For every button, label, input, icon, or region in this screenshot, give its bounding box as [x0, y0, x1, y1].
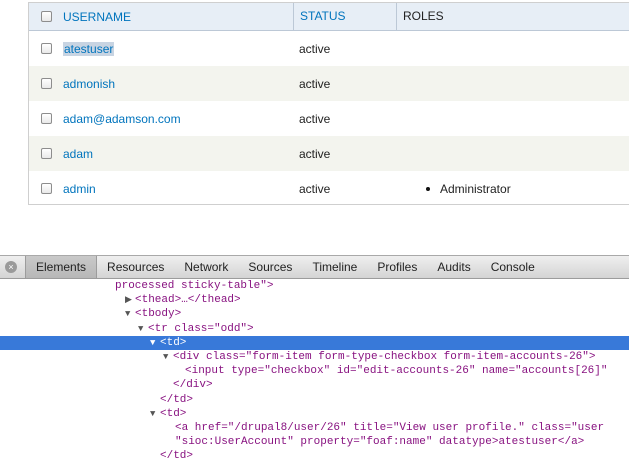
dom-node[interactable]: </td> — [0, 449, 629, 463]
table-row: adam active — [29, 136, 629, 171]
table-row: admonish active — [29, 66, 629, 101]
dom-node[interactable]: ▼ <td> — [0, 407, 629, 421]
username-link[interactable]: admin — [63, 182, 96, 196]
dom-tree: processed sticky-table"> ▶ <thead>…</thea… — [0, 279, 629, 463]
row-checkbox[interactable] — [40, 113, 52, 124]
bullet-icon — [426, 187, 430, 192]
dom-node[interactable]: ▶ <thead>…</thead> — [0, 293, 629, 307]
table-row: atestuser active — [29, 31, 629, 66]
username-link[interactable]: adam — [63, 147, 93, 161]
roles-cell: Administrator — [396, 182, 629, 196]
tab-sources[interactable]: Sources — [238, 256, 302, 278]
status-cell: active — [299, 76, 331, 91]
collapse-arrow-icon[interactable]: ▼ — [138, 322, 148, 336]
row-checkbox[interactable] — [40, 183, 52, 194]
username-link[interactable]: atestuser — [63, 41, 115, 56]
status-header[interactable]: STATUS — [293, 3, 396, 30]
row-checkbox[interactable] — [40, 148, 52, 159]
status-cell: active — [299, 41, 331, 56]
tab-timeline[interactable]: Timeline — [302, 256, 367, 278]
table-header: USERNAME STATUS ROLES — [29, 3, 629, 31]
tab-elements[interactable]: Elements — [25, 256, 98, 278]
collapse-arrow-icon[interactable]: ▼ — [150, 407, 160, 421]
dom-node[interactable]: <a href="/drupal8/user/26" title="View u… — [0, 421, 629, 435]
dom-node[interactable]: </div> — [0, 378, 629, 392]
row-checkbox[interactable] — [40, 43, 52, 54]
status-cell: active — [299, 111, 331, 126]
role-label: Administrator — [440, 181, 511, 196]
roles-header: ROLES — [396, 3, 629, 30]
status-cell: active — [299, 146, 331, 161]
tab-profiles[interactable]: Profiles — [367, 256, 427, 278]
select-all-checkbox[interactable] — [40, 11, 52, 22]
username-header[interactable]: USERNAME — [63, 10, 293, 24]
tab-audits[interactable]: Audits — [427, 256, 480, 278]
expand-arrow-icon[interactable]: ▶ — [125, 293, 135, 307]
users-table: USERNAME STATUS ROLES atestuser active a… — [28, 2, 629, 205]
dom-node[interactable]: ▼ <tbody> — [0, 307, 629, 321]
tab-console[interactable]: Console — [481, 256, 545, 278]
dom-node[interactable]: </td> — [0, 393, 629, 407]
close-icon[interactable]: × — [5, 261, 17, 273]
devtools-panel: × Elements Resources Network Sources Tim… — [0, 255, 629, 466]
username-link[interactable]: adam@adamson.com — [63, 112, 181, 126]
dom-node[interactable]: "sioc:UserAccount" property="foaf:name" … — [0, 435, 629, 449]
tab-resources[interactable]: Resources — [97, 256, 174, 278]
status-cell: active — [299, 181, 331, 196]
collapse-arrow-icon[interactable]: ▼ — [150, 336, 160, 350]
tab-network[interactable]: Network — [174, 256, 238, 278]
collapse-arrow-icon[interactable]: ▼ — [163, 350, 173, 364]
dom-node[interactable]: ▼ <tr class="odd"> — [0, 322, 629, 336]
table-row: admin active Administrator — [29, 171, 629, 206]
collapse-arrow-icon[interactable]: ▼ — [125, 307, 135, 321]
dom-node-selected[interactable]: ▼ <td> — [0, 335, 629, 350]
devtools-toolbar: × Elements Resources Network Sources Tim… — [0, 256, 629, 279]
username-link[interactable]: admonish — [63, 77, 115, 91]
dom-node[interactable]: processed sticky-table"> — [0, 279, 629, 293]
row-checkbox[interactable] — [40, 78, 52, 89]
dom-node[interactable]: <input type="checkbox" id="edit-accounts… — [0, 364, 629, 378]
dom-node[interactable]: ▼ <div class="form-item form-type-checkbo… — [0, 350, 629, 364]
table-row: adam@adamson.com active — [29, 101, 629, 136]
